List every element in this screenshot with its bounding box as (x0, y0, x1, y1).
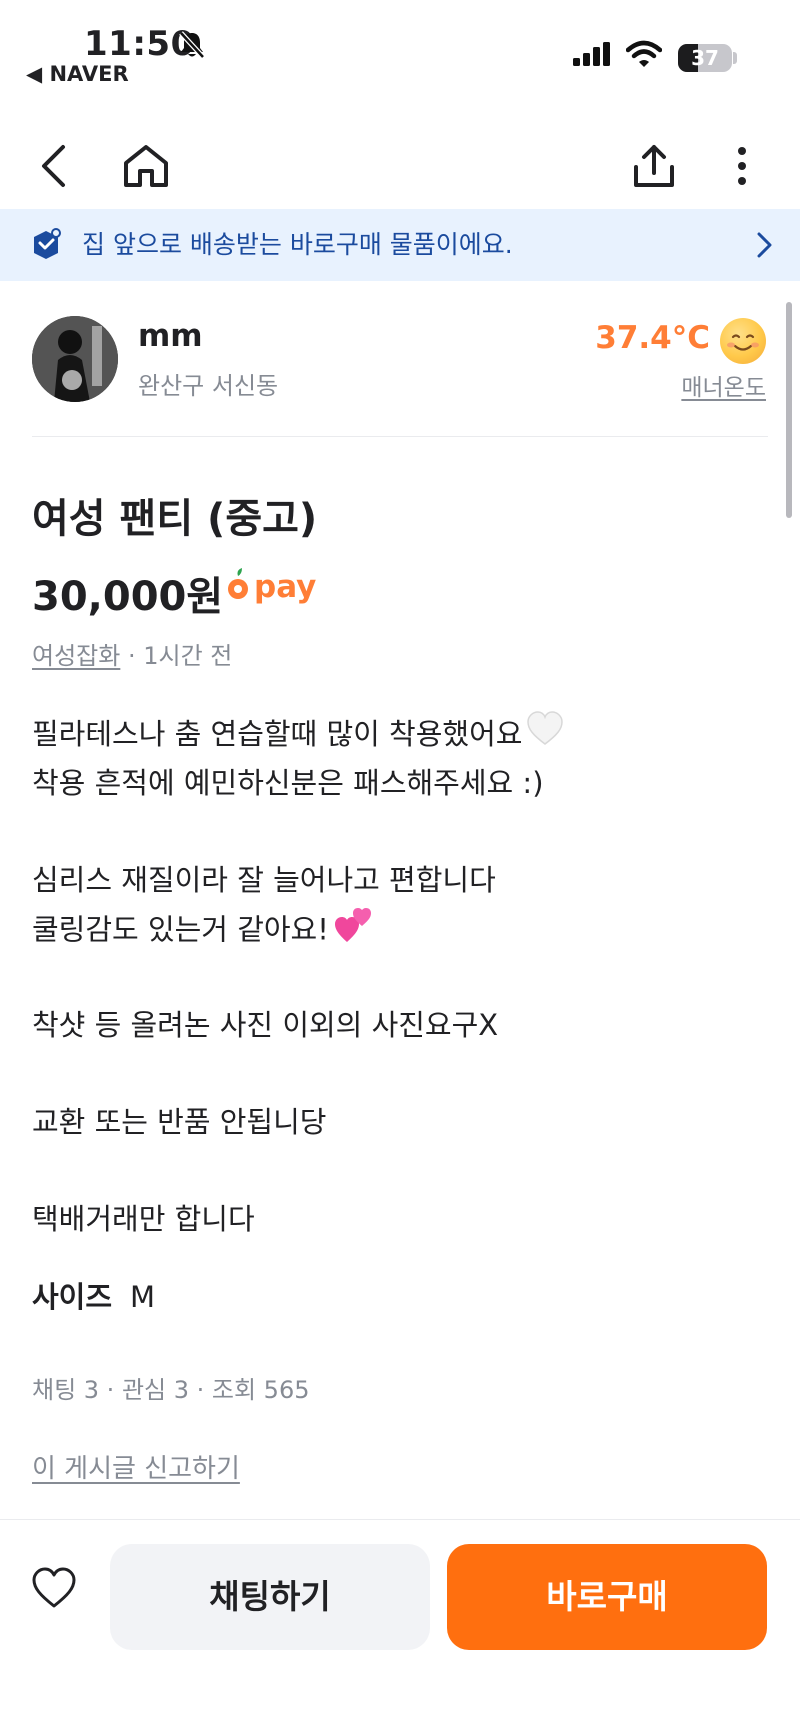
description-line: 쿨링감도 있는거 같아요! (32, 904, 564, 953)
delivery-box-icon (30, 227, 62, 265)
description-line: 필라테스나 춤 연습할때 많이 착용했어요 (32, 710, 564, 759)
description-line: 교환 또는 반품 안됩니당 (32, 1105, 327, 1139)
direct-buy-banner[interactable]: 집 앞으로 배송받는 바로구매 물품이에요. (0, 209, 800, 281)
description-line (32, 1050, 564, 1099)
white-heart-icon (526, 710, 564, 762)
back-button[interactable] (26, 140, 82, 196)
like-button[interactable] (30, 1566, 78, 1614)
two-hearts-icon (333, 904, 375, 959)
chevron-right-icon (756, 231, 774, 263)
description-line (32, 953, 564, 1002)
item-category-link[interactable]: 여성잡화 (32, 642, 120, 670)
item-meta: 여성잡화 · 1시간 전 (32, 636, 232, 671)
battery-icon: 37 (678, 44, 732, 72)
size-value: M (130, 1280, 156, 1314)
description-line (32, 1147, 564, 1196)
manner-temperature-link[interactable]: 매너온도 (681, 368, 766, 402)
description-line: 택배거래만 합니다 (32, 1202, 255, 1236)
manner-temperature: 37.4°C (595, 320, 710, 356)
smiling-face-icon (720, 318, 766, 364)
bottom-bar-divider (0, 1519, 800, 1520)
description-line (32, 807, 564, 856)
description-line: 심리스 재질이라 잘 늘어나고 편합니다 (32, 862, 496, 897)
item-description: 필라테스나 춤 연습할때 많이 착용했어요 착용 흔적에 예민하신분은 패스해주… (32, 710, 564, 1244)
item-size: 사이즈 M (32, 1274, 155, 1316)
buy-now-button[interactable]: 바로구매 (447, 1544, 767, 1650)
item-stats: 채팅 3 · 관심 3 · 조회 565 (32, 1376, 310, 1404)
more-button[interactable] (714, 140, 770, 196)
back-to-app-link[interactable]: ◀ NAVER (26, 62, 129, 86)
bell-slash-icon (178, 30, 206, 64)
description-line: 착샷 등 올려논 사진 이외의 사진요구X (32, 1008, 499, 1042)
banner-text: 집 앞으로 배송받는 바로구매 물품이에요. (82, 230, 513, 259)
report-post-link[interactable]: 이 게시글 신고하기 (32, 1448, 240, 1485)
description-line: 착용 흔적에 예민하신분은 패스해주세요 :) (32, 765, 544, 800)
item-title: 여성 팬티 (중고) (32, 496, 318, 542)
home-button[interactable] (118, 140, 174, 196)
seller-location: 완산구 서신동 (138, 372, 279, 400)
item-time-ago: · 1시간 전 (120, 642, 233, 670)
home-icon (122, 143, 170, 193)
carrot-pay-icon (226, 568, 250, 606)
size-label: 사이즈 (32, 1280, 113, 1314)
heart-outline-icon (30, 1567, 78, 1614)
divider (32, 436, 768, 437)
battery-percent: 37 (691, 46, 719, 70)
back-icon (39, 144, 69, 192)
more-icon (736, 146, 748, 190)
chat-button[interactable]: 채팅하기 (110, 1544, 430, 1650)
scrollbar[interactable] (786, 302, 792, 518)
avatar[interactable] (32, 316, 118, 402)
share-icon (632, 143, 676, 193)
signal-icon (573, 42, 613, 70)
seller-profile: mm 완산구 서신동 37.4°C 매너온도 (0, 300, 800, 436)
item-price: 30,000원 (32, 574, 224, 620)
pay-badge: pay (226, 568, 316, 606)
seller-name[interactable]: mm (138, 318, 203, 354)
battery-tip (733, 52, 737, 64)
pay-label: pay (254, 569, 317, 605)
top-nav-bar (0, 120, 800, 210)
share-button[interactable] (626, 140, 682, 196)
wifi-icon (625, 40, 663, 72)
status-bar: 11:50 ◀ NAVER 37 (0, 0, 800, 100)
